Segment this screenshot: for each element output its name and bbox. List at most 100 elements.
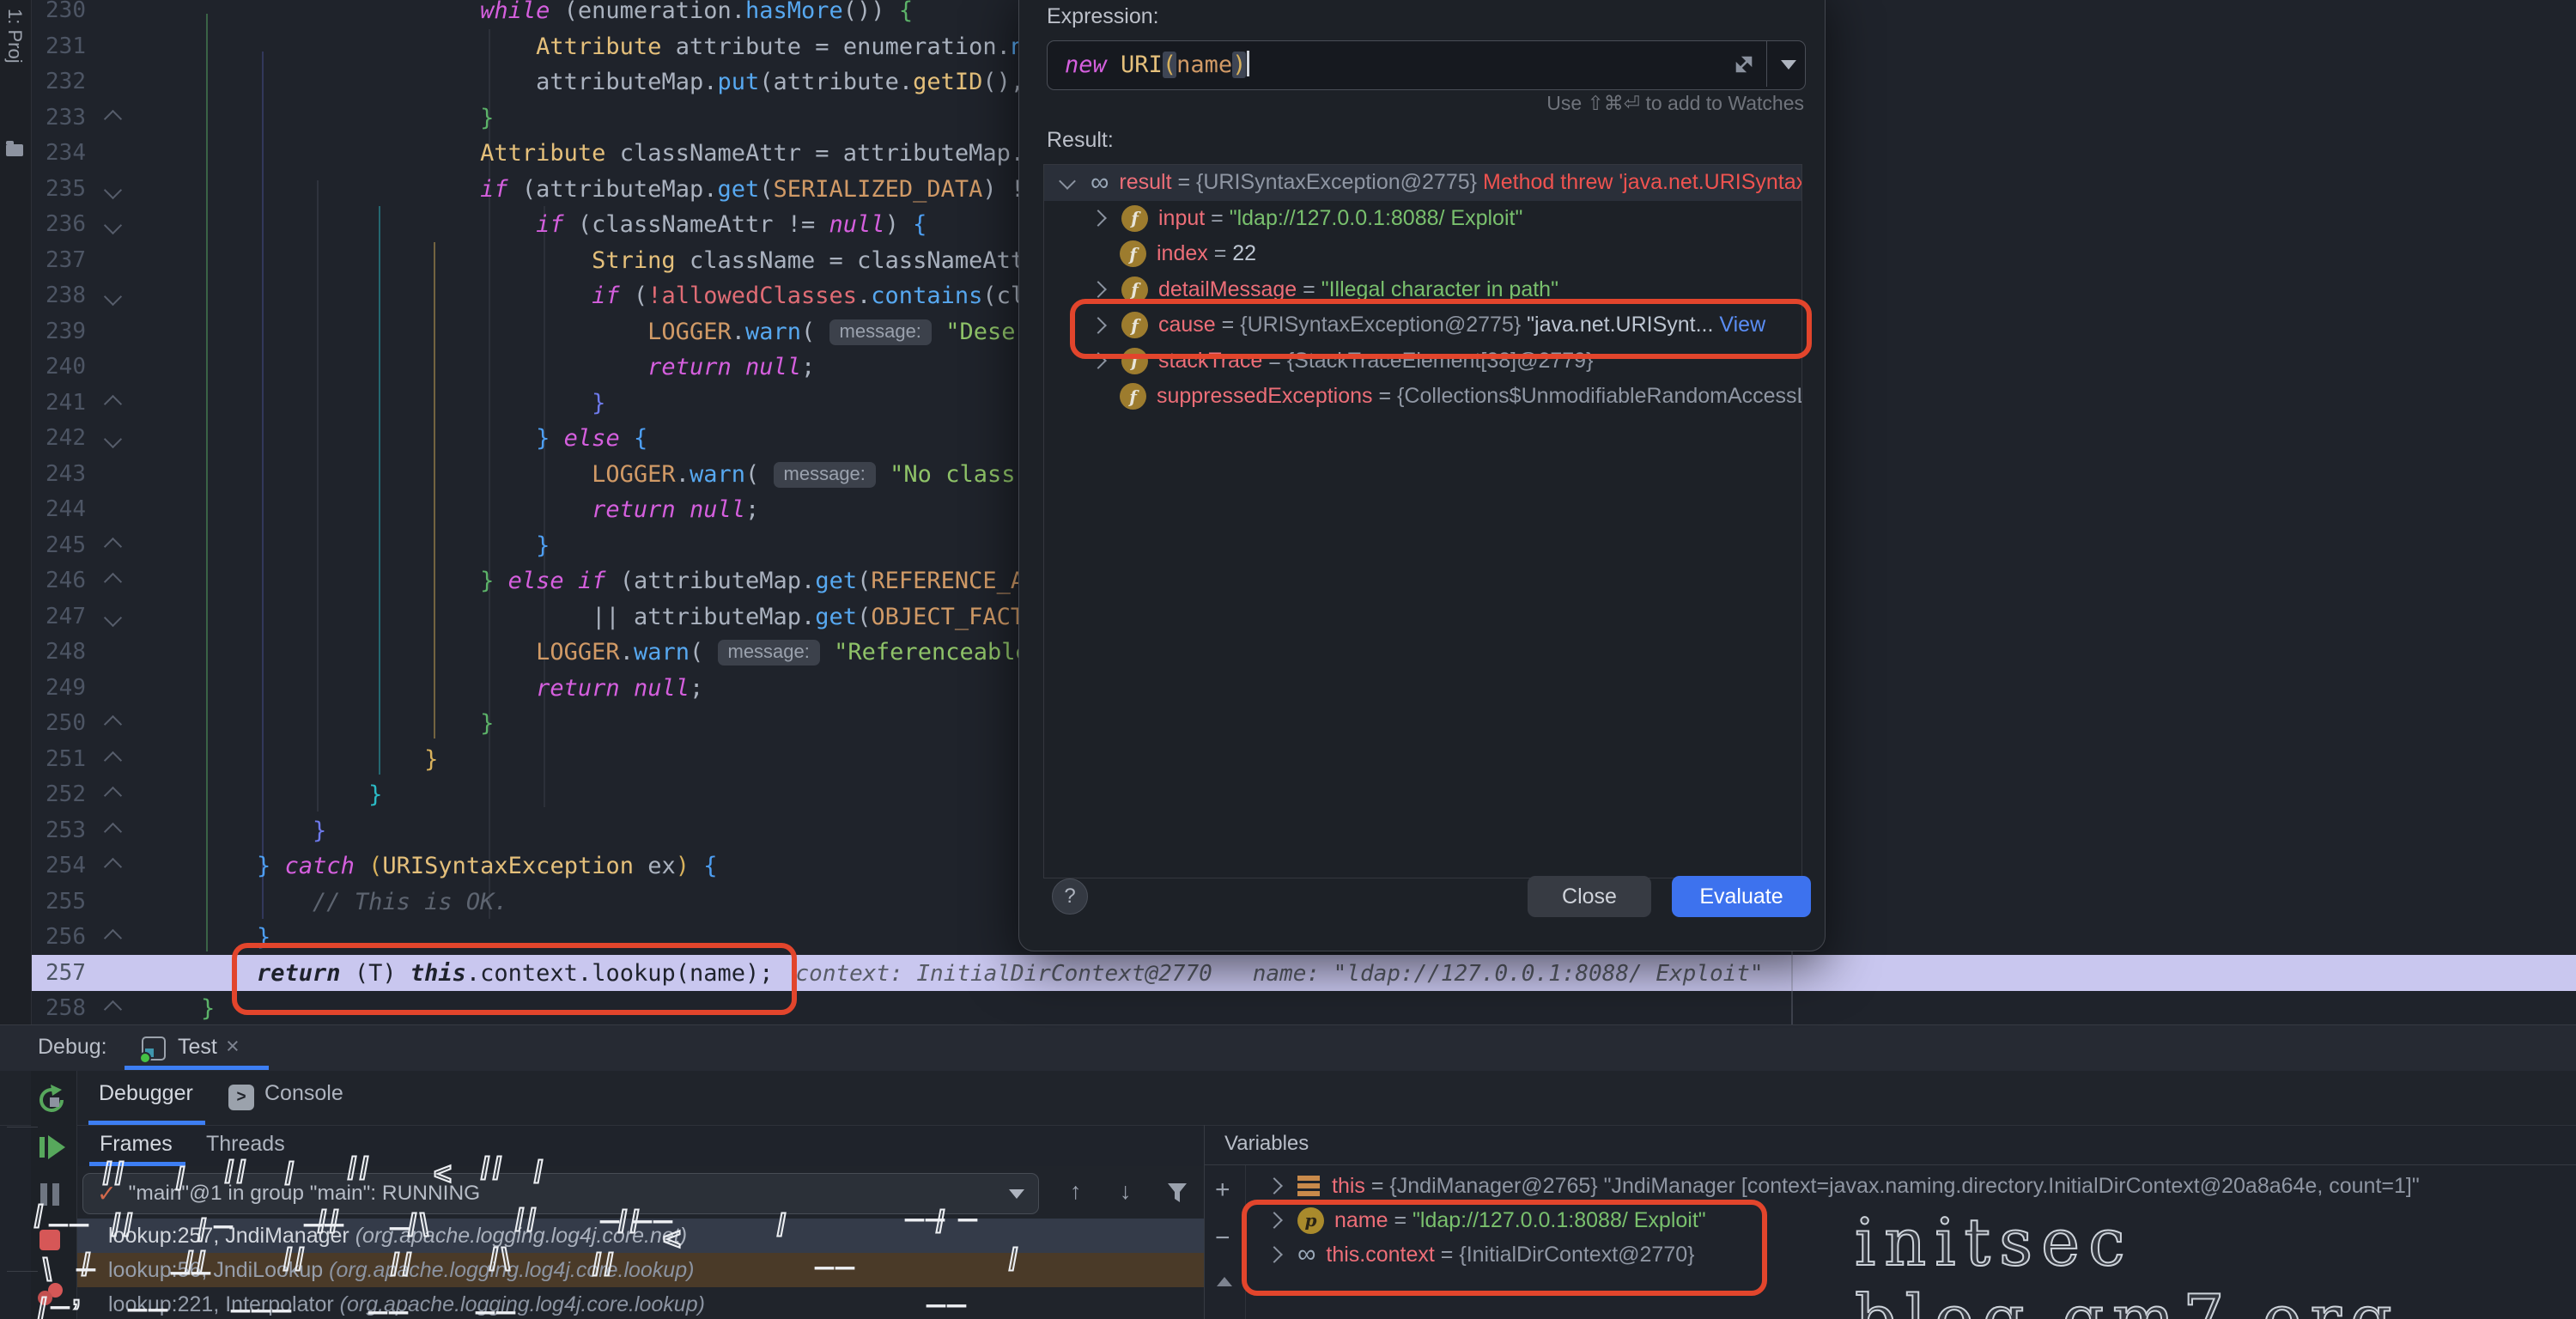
prev-frame-icon[interactable]: ↑: [1070, 1178, 1082, 1205]
code-line: }: [201, 100, 494, 137]
watermark-mark: /\: [489, 1242, 513, 1278]
divider: [1766, 41, 1768, 87]
watermark-mark: <: [663, 1221, 684, 1257]
result-row[interactable]: ∞result = {URISyntaxException@2775} Meth…: [1044, 165, 1801, 201]
debugger-toolbar: Debugger > Console: [0, 1071, 2576, 1126]
code-line: // This is OK.: [201, 884, 508, 921]
expression-code: new URI(name): [1065, 51, 1249, 78]
console-icon[interactable]: >: [228, 1085, 254, 1110]
fold-marker[interactable]: [104, 822, 122, 840]
tool-window-stripe[interactable]: 1: Proj: [0, 0, 32, 1024]
watermark-mark: _: [215, 1195, 235, 1231]
fold-marker[interactable]: [104, 573, 122, 591]
evaluate-expression-dialog: Expression: new URI(name) Use ⇧⌘⏎ to add…: [1018, 0, 1826, 951]
help-button[interactable]: ?: [1052, 878, 1088, 915]
watermark-mark: /: [777, 1207, 789, 1243]
watch-icon: ∞: [1091, 170, 1109, 196]
tab-threads[interactable]: Threads: [206, 1132, 285, 1157]
fold-marker[interactable]: [104, 751, 122, 769]
code-line: } else {: [201, 421, 647, 457]
fold-marker[interactable]: [104, 288, 122, 306]
result-row[interactable]: fsuppressedExceptions = {Collections$Unm…: [1044, 379, 1801, 415]
watermark-mark: /: [34, 1199, 46, 1235]
watermark-mark: //: [592, 1247, 617, 1283]
result-row[interactable]: finput = "ldap://127.0.0.1:8088/ Exploit…: [1044, 201, 1801, 237]
close-button[interactable]: Close: [1528, 876, 1651, 917]
watermark-mark: //: [348, 1151, 372, 1187]
tab-console[interactable]: Console: [264, 1081, 343, 1106]
fold-marker[interactable]: [104, 537, 122, 555]
scroll-up-icon[interactable]: [1217, 1277, 1232, 1286]
result-label: Result:: [1047, 128, 1114, 153]
code-line: }: [201, 386, 605, 422]
run-configuration-icon: [142, 1036, 166, 1061]
divider: [1205, 1164, 2576, 1165]
code-line: while (enumeration.hasMore()) {: [201, 0, 913, 29]
watermark-mark: __: [129, 1279, 170, 1315]
watermark-text: initsec blog.gm7.org: [1855, 1204, 2576, 1319]
chevron-down-icon: [1059, 173, 1076, 190]
code-line: Attribute attribute = enumeration.next()…: [201, 29, 1109, 65]
watermark-mark: /: [38, 1292, 50, 1319]
code-line: if (attributeMap.get(SERIALIZED_DATA) !=…: [201, 172, 1150, 208]
chevron-right-icon: [1266, 1177, 1283, 1194]
result-tree[interactable]: ∞result = {URISyntaxException@2775} Meth…: [1043, 164, 1802, 878]
watermark-mark: //: [391, 1247, 415, 1283]
code-line: }: [201, 813, 326, 849]
result-row[interactable]: findex = 22: [1044, 236, 1801, 272]
fold-marker[interactable]: [104, 430, 122, 448]
evaluate-button[interactable]: Evaluate: [1672, 876, 1811, 917]
chevron-none-icon: [1092, 392, 1103, 402]
watermark-mark: //: [112, 1207, 136, 1243]
code-line: if (classNameAttr != null) {: [201, 207, 927, 243]
variable-row[interactable]: this = {JndiManager@2765} "JndiManager […: [1246, 1169, 2576, 1203]
session-tab-test[interactable]: Test ×: [125, 1025, 269, 1070]
fold-marker[interactable]: [104, 109, 122, 127]
watermark-mark: __: [927, 1274, 969, 1310]
chevron-none-icon: [1092, 249, 1103, 259]
divider: [7, 1127, 38, 1128]
fold-marker[interactable]: [104, 858, 122, 876]
watermark-mark: //: [481, 1151, 505, 1187]
rerun-icon[interactable]: [36, 1084, 69, 1116]
filter-frames-icon[interactable]: [1166, 1182, 1188, 1204]
tab-debugger[interactable]: Debugger: [99, 1081, 193, 1106]
expand-icon[interactable]: [1733, 53, 1755, 76]
watermark-mark: __: [369, 1281, 410, 1317]
watermark-mark: __: [50, 1194, 91, 1230]
session-tab-label: Test: [178, 1035, 217, 1060]
expression-label: Expression:: [1047, 4, 1159, 29]
ide-window: 2302312322332342352362372382392402412422…: [0, 0, 2576, 1319]
fold-marker[interactable]: [104, 180, 122, 198]
watermark-mark: //: [515, 1202, 539, 1238]
watermark-mark: /: [285, 1156, 297, 1192]
code-line: return null;: [201, 671, 703, 707]
watermark-mark: //: [318, 1204, 342, 1240]
remove-watch-icon[interactable]: −: [1215, 1225, 1230, 1251]
watermark-mark: /: [176, 1161, 188, 1197]
expression-input[interactable]: new URI(name): [1047, 40, 1806, 90]
fold-marker[interactable]: [104, 608, 122, 626]
next-frame-icon[interactable]: ↓: [1120, 1178, 1132, 1205]
watermark-mark: //: [185, 1245, 209, 1281]
fold-marker[interactable]: [104, 216, 122, 234]
project-stripe-label[interactable]: 1: Proj: [3, 9, 26, 64]
watermark-mark: /\: [408, 1207, 432, 1243]
annotation-box-variables: [1242, 1200, 1767, 1296]
chevron-down-icon[interactable]: [1009, 1189, 1024, 1199]
close-icon[interactable]: ×: [226, 1033, 240, 1060]
fold-marker[interactable]: [104, 1000, 122, 1018]
code-line: return null;: [201, 350, 815, 386]
field-icon: f: [1120, 240, 1146, 267]
chevron-right-icon: [1090, 210, 1107, 227]
fold-marker[interactable]: [104, 715, 122, 733]
field-icon: f: [1120, 383, 1146, 410]
debug-tab-strip: Debug: Test ×: [0, 1024, 2576, 1072]
field-icon: f: [1121, 205, 1148, 232]
tab-frames[interactable]: Frames: [100, 1132, 173, 1157]
expression-history-dropdown-icon[interactable]: [1781, 60, 1796, 70]
fold-marker[interactable]: [104, 929, 122, 947]
fold-marker[interactable]: [104, 394, 122, 412]
fold-marker[interactable]: [104, 787, 122, 805]
add-watch-icon[interactable]: +: [1215, 1177, 1230, 1203]
